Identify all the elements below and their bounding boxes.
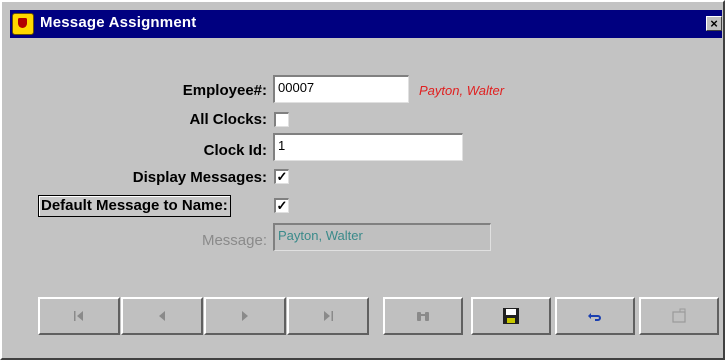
delete-icon bbox=[672, 308, 686, 323]
employee-label: Employee#: bbox=[182, 82, 267, 99]
display-messages-label: Display Messages: bbox=[132, 169, 267, 186]
employee-name: Payton, Walter bbox=[419, 83, 505, 98]
window-title: Message Assignment bbox=[40, 14, 197, 31]
first-record-button[interactable] bbox=[38, 297, 120, 335]
next-record-icon bbox=[242, 311, 248, 321]
next-record-button[interactable] bbox=[204, 297, 286, 335]
default-message-label: Default Message to Name: bbox=[38, 195, 231, 217]
default-message-checkbox[interactable]: ✓ bbox=[274, 198, 289, 213]
all-clocks-label: All Clocks: bbox=[189, 111, 267, 128]
undo-button[interactable] bbox=[555, 297, 635, 335]
first-record-icon bbox=[74, 311, 83, 321]
save-button[interactable] bbox=[471, 297, 551, 335]
save-icon bbox=[503, 308, 519, 324]
find-button[interactable] bbox=[383, 297, 463, 335]
previous-record-button[interactable] bbox=[121, 297, 203, 335]
app-icon bbox=[12, 13, 34, 35]
clock-id-input[interactable]: 1 bbox=[273, 133, 463, 161]
all-clocks-checkbox[interactable] bbox=[274, 112, 289, 127]
undo-icon bbox=[588, 313, 601, 321]
employee-number-input[interactable]: 00007 bbox=[273, 75, 409, 103]
previous-record-icon bbox=[159, 311, 165, 321]
display-messages-checkbox[interactable]: ✓ bbox=[274, 169, 289, 184]
message-input: Payton, Walter bbox=[273, 223, 491, 251]
last-record-button[interactable] bbox=[287, 297, 369, 335]
binoculars-icon bbox=[417, 312, 429, 321]
clock-id-label: Clock Id: bbox=[203, 142, 267, 159]
last-record-icon bbox=[324, 311, 333, 321]
message-assignment-window: Message Assignment × Employee#: 00007 Pa… bbox=[0, 0, 725, 360]
close-button[interactable]: × bbox=[706, 16, 722, 31]
title-bar: Message Assignment × bbox=[10, 10, 722, 38]
message-label: Message: bbox=[201, 232, 267, 249]
delete-button[interactable] bbox=[639, 297, 719, 335]
